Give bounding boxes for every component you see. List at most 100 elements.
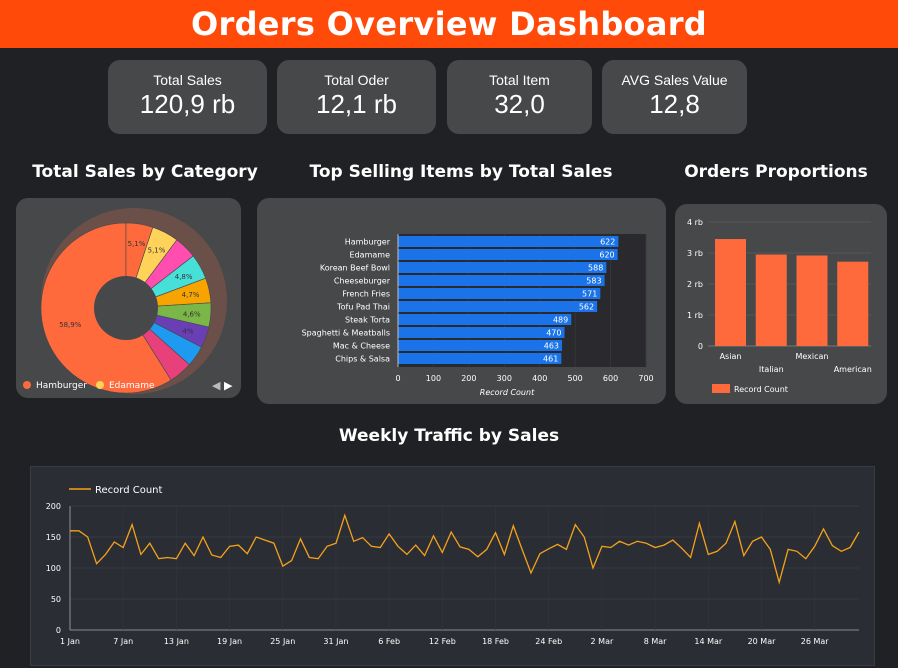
bar-value-label: 562: [579, 303, 594, 312]
kpi-value: 12,1 rb: [316, 89, 397, 119]
x-tick-label: 1 Jan: [60, 637, 80, 646]
pie-slice-label: 5,1%: [148, 246, 166, 254]
bar-value-label: 470: [546, 329, 561, 338]
y-tick-label: 0: [56, 626, 61, 635]
horizontal-bar-chart: 0 100 200 300 400 500 600 700 Hamburger 622 Edamam…: [302, 234, 654, 397]
y-tick-label: 0: [698, 342, 703, 351]
bar: [398, 327, 565, 338]
kpi-avg-sales-value: AVG Sales Value 12,8: [602, 60, 747, 134]
pie-chart: 58,9% 4% 4,6% 4,7% 4,8% 5,1%5,1% Hamburger Ed…: [23, 208, 233, 394]
x-tick-label: 12 Feb: [429, 637, 456, 646]
legend-prev-button[interactable]: ◀: [212, 379, 221, 392]
category-label: Steak Torta: [345, 316, 390, 325]
kpi-label: Total Item: [489, 72, 550, 88]
line-chart-panel: 0 50 100 150 200 1 Jan 7 Jan 13 Jan 19 Jan 25 Jan…: [30, 466, 875, 666]
pie-slice-label: 4,6%: [183, 310, 201, 318]
bar: [398, 249, 618, 260]
category-label: Italian: [759, 365, 784, 374]
x-tick-label: 500: [568, 374, 583, 383]
pie-chart-panel: 58,9% 4% 4,6% 4,7% 4,8% 5,1% 5,1% Hamburger Ed…: [16, 198, 241, 398]
y-tick-label: 3 rb: [687, 249, 703, 258]
bar: [398, 353, 562, 364]
page-title: Orders Overview Dashboard: [191, 5, 707, 43]
kpi-label: AVG Sales Value: [621, 72, 728, 88]
bar-value-label: 588: [588, 264, 603, 273]
bar-chart-panel: 0 100 200 300 400 500 600 700 Hamburger 622 Edamam…: [257, 198, 666, 404]
kpi-label: Total Sales: [153, 72, 222, 88]
x-tick-label: 0: [395, 374, 400, 383]
bar-value-label: 622: [600, 238, 615, 247]
bar-value-label: 583: [586, 277, 601, 286]
x-tick-label: 13 Jan: [164, 637, 189, 646]
orders-bar-chart: 0 1 rb 2 rb 3 rb 4 rb Asian Italian Mexican Amer…: [687, 218, 872, 394]
category-label: Cheeseburger: [334, 277, 391, 286]
x-tick-label: 100: [426, 374, 441, 383]
x-tick-label: 26 Mar: [801, 637, 830, 646]
legend-marker-edamame: [96, 381, 104, 389]
bar: [398, 340, 563, 351]
donut-hole: [94, 276, 158, 340]
x-tick-label: 7 Jan: [113, 637, 133, 646]
bar: [398, 275, 605, 286]
line-chart-title: Weekly Traffic by Sales: [338, 426, 560, 446]
kpi-label: Total Oder: [324, 72, 389, 88]
bar: [398, 262, 607, 273]
legend-label-hamburger: Hamburger: [36, 381, 87, 391]
category-label: Mexican: [795, 352, 828, 361]
x-tick-label: 24 Feb: [535, 637, 562, 646]
x-tick-label: 300: [497, 374, 512, 383]
kpi-value: 12,8: [649, 89, 700, 119]
category-label: Spaghetti & Meatballs: [302, 329, 390, 338]
x-tick-label: 14 Mar: [694, 637, 723, 646]
series-line: [70, 513, 860, 585]
bar: [796, 255, 828, 346]
dashboard-header: Orders Overview Dashboard: [0, 0, 898, 48]
category-label: Edamame: [350, 251, 391, 260]
bar: [398, 301, 598, 312]
category-label: Chips & Salsa: [335, 355, 390, 364]
legend-label-edamame: Edamame: [109, 381, 155, 391]
bar-value-label: 461: [543, 355, 558, 364]
x-tick-label: 600: [603, 374, 618, 383]
pie-slice-label: 5,1%: [128, 240, 146, 248]
category-label: American: [834, 365, 872, 374]
bar: [837, 261, 869, 346]
x-tick-label: 20 Mar: [748, 637, 777, 646]
y-tick-label: 1 rb: [687, 311, 703, 320]
orders-chart-panel: 0 1 rb 2 rb 3 rb 4 rb Asian Italian Mexican Amer…: [675, 204, 887, 404]
orders-chart-title: Orders Proportions: [684, 162, 868, 182]
legend-marker: [712, 384, 730, 393]
bar-value-label: 489: [553, 316, 568, 325]
pie-slice-label: 4%: [182, 328, 193, 336]
kpi-value: 120,9 rb: [139, 89, 236, 119]
bar-value-label: 463: [544, 342, 559, 351]
kpi-total-item: Total Item 32,0: [447, 60, 592, 134]
category-label: French Fries: [342, 290, 390, 299]
x-axis-label: Record Count: [480, 388, 535, 397]
y-tick-label: 2 rb: [687, 280, 703, 289]
pie-slice-label: 4,8%: [175, 273, 193, 281]
category-label: Tofu Pad Thai: [336, 303, 390, 312]
category-label: Korean Beef Bowl: [320, 264, 390, 273]
x-tick-label: 6 Feb: [378, 637, 400, 646]
line-chart: 0 50 100 150 200 1 Jan 7 Jan 13 Jan 19 Jan 25 Jan…: [46, 485, 860, 646]
kpi-total-order: Total Oder 12,1 rb: [277, 60, 436, 134]
x-tick-label: 8 Mar: [644, 637, 667, 646]
legend-next-button[interactable]: ▶: [224, 379, 233, 392]
y-tick-label: 4 rb: [687, 218, 703, 227]
x-tick-label: 18 Feb: [482, 637, 509, 646]
bar-chart-title: Top Selling Items by Total Sales: [309, 162, 613, 182]
kpi-total-sales: Total Sales 120,9 rb: [108, 60, 267, 134]
pie-chart-title: Total Sales by Category: [32, 162, 258, 182]
y-tick-label: 50: [51, 595, 61, 604]
x-tick-label: 2 Mar: [591, 637, 614, 646]
kpi-value: 32,0: [494, 89, 545, 119]
x-tick-label: 400: [532, 374, 547, 383]
x-tick-label: 31 Jan: [323, 637, 348, 646]
y-tick-label: 200: [46, 502, 61, 511]
legend-label: Record Count: [734, 385, 788, 394]
x-tick-label: 19 Jan: [217, 637, 242, 646]
x-tick-label: 200: [461, 374, 476, 383]
bar: [715, 239, 746, 346]
category-label: Mac & Cheese: [333, 342, 390, 351]
